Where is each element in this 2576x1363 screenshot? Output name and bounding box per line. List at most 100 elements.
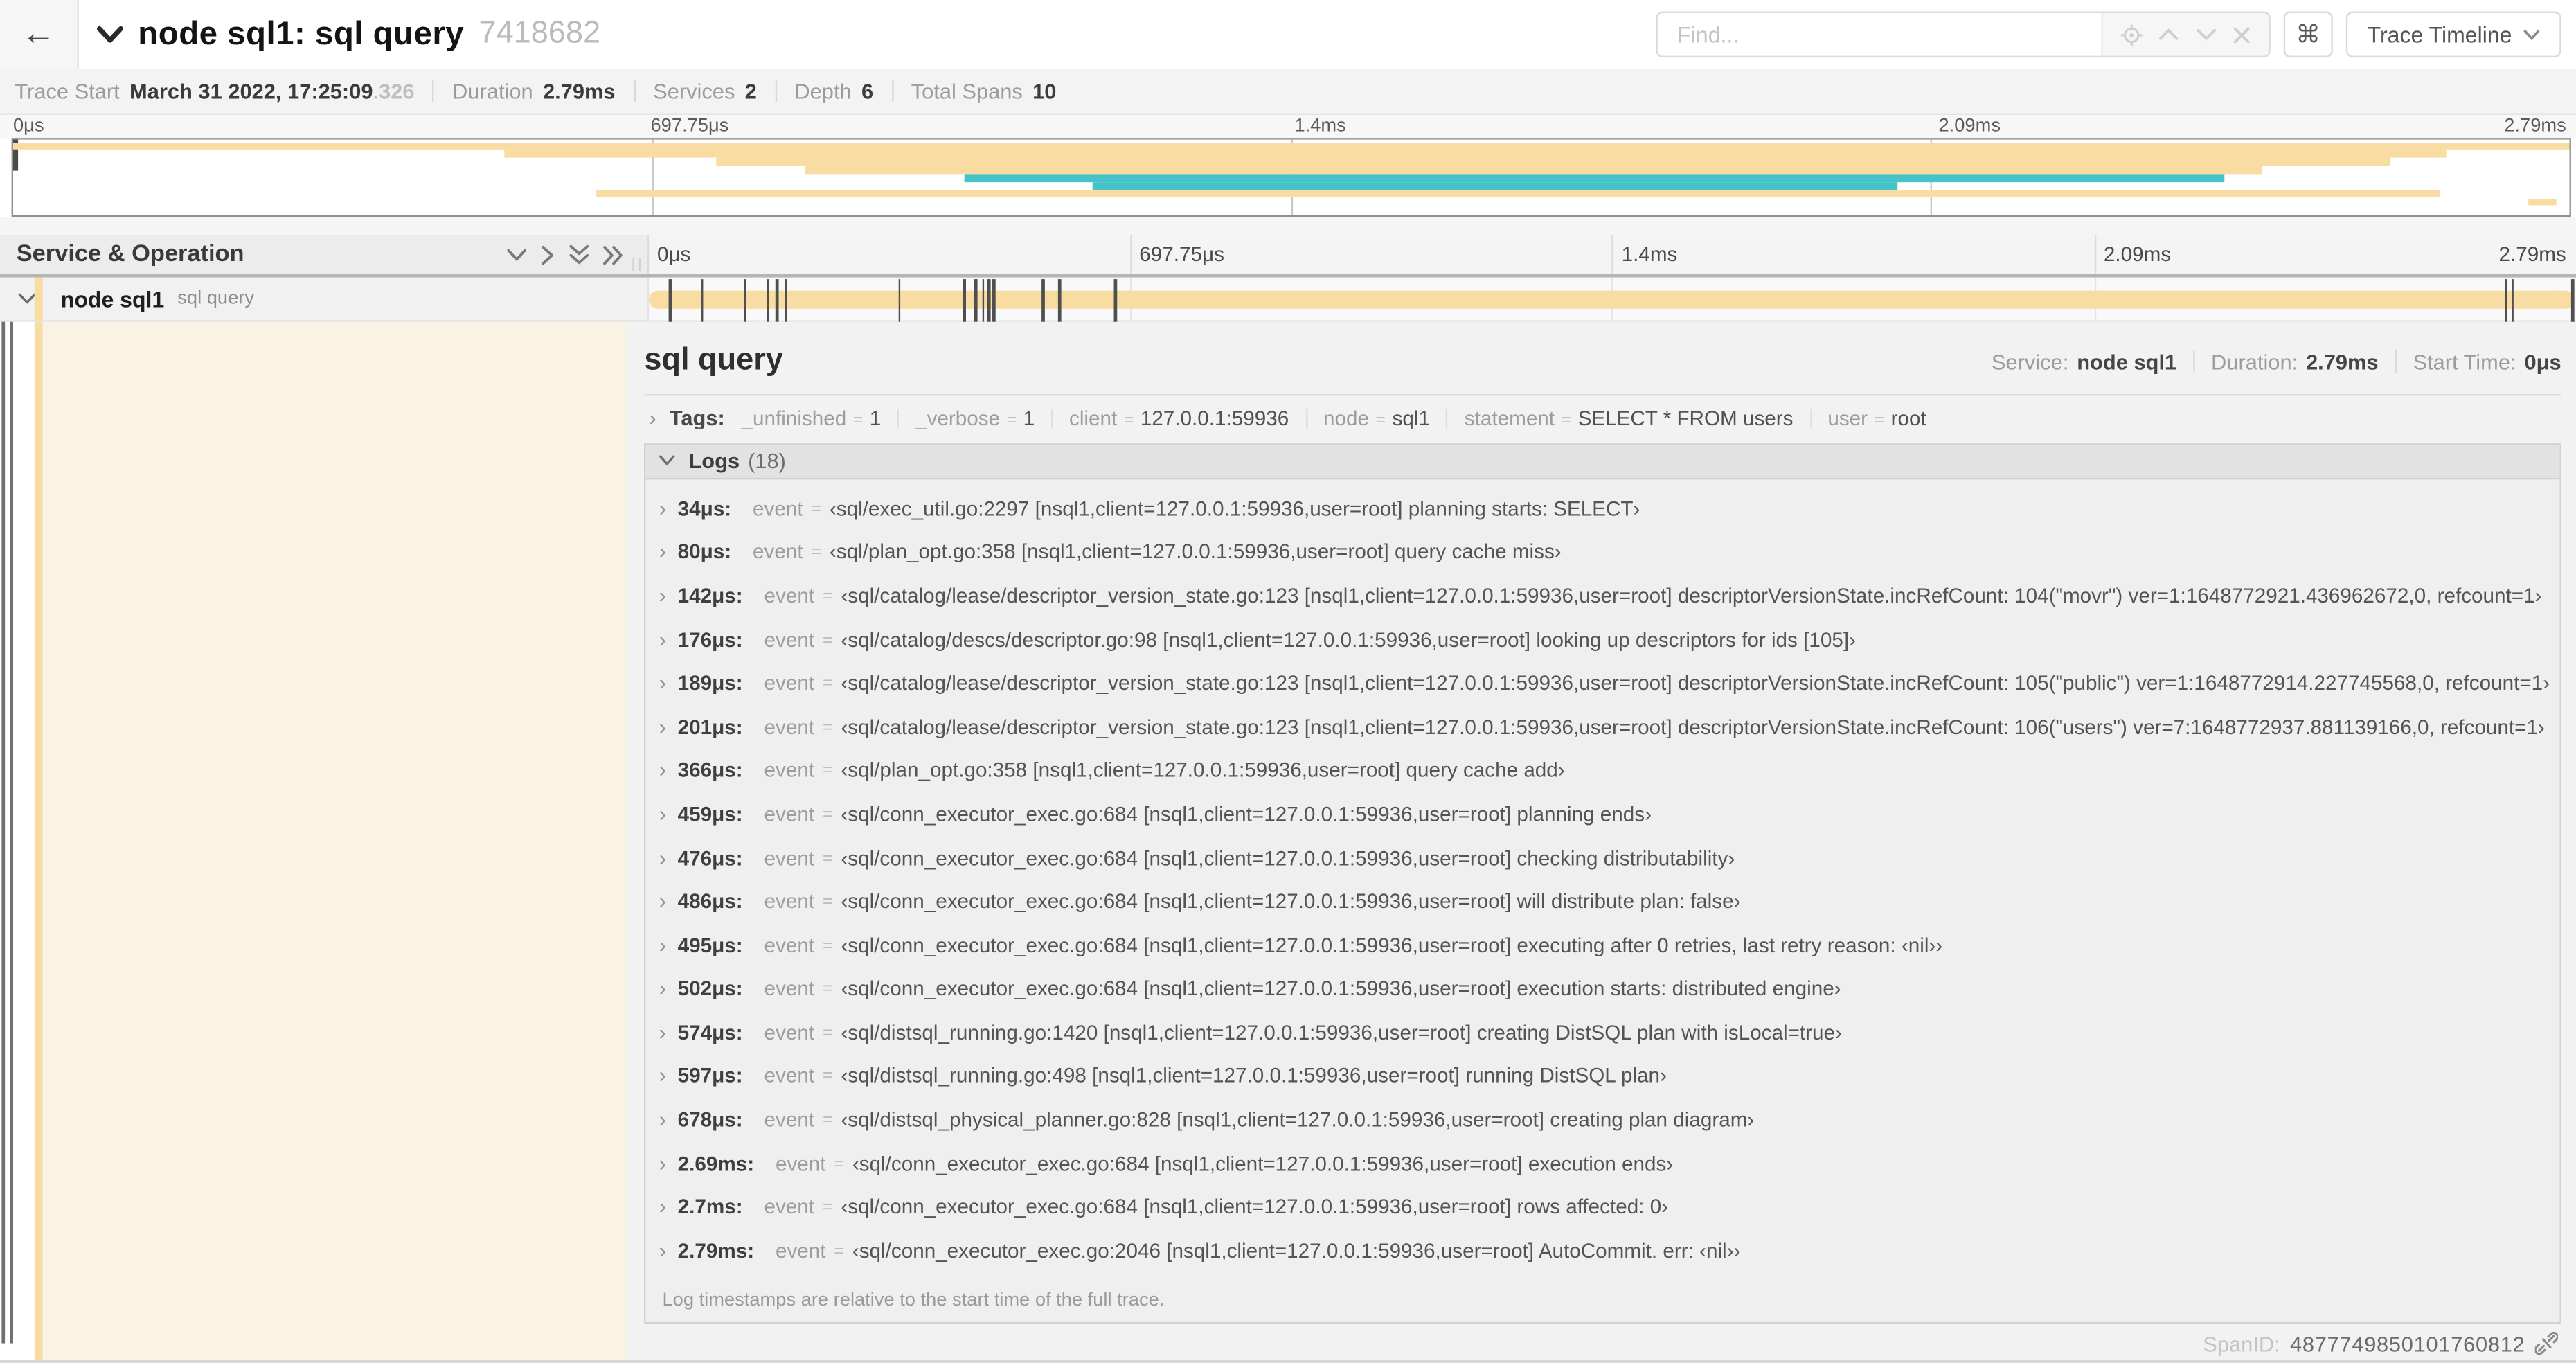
log-entry[interactable]: › 597μs: event = ‹sql/distsql_running.go…	[659, 1065, 2550, 1109]
collapse-one-chevron-down-icon[interactable]	[506, 247, 528, 262]
deep-link-icon[interactable]	[2534, 1332, 2558, 1355]
span-row-timeline-cell[interactable]	[647, 277, 2576, 322]
log-entry[interactable]: › 574μs: event = ‹sql/distsql_running.go…	[659, 1022, 2550, 1065]
log-expander-chevron-icon[interactable]: ›	[659, 1065, 666, 1087]
log-entry[interactable]: › 486μs: event = ‹sql/conn_executor_exec…	[659, 890, 2550, 934]
log-entry[interactable]: › 502μs: event = ‹sql/conn_executor_exec…	[659, 977, 2550, 1021]
tag-equals: =	[1123, 410, 1134, 429]
log-entry[interactable]: › 366μs: event = ‹sql/plan_opt.go:358 [n…	[659, 759, 2550, 803]
log-equals: =	[822, 1197, 833, 1218]
trace-view-selector[interactable]: Trace Timeline	[2345, 11, 2561, 57]
span-detail-panel: sql query Service: node sql1 Duration: 2.7…	[626, 321, 2576, 1363]
log-field-key: event	[764, 1108, 815, 1132]
logs-accordion: Logs (18) › 34μs: event = ‹sql/exec_util…	[644, 443, 2561, 1325]
log-marker-tick	[784, 278, 787, 321]
log-marker-tick	[992, 278, 995, 321]
log-entry[interactable]: › 176μs: event = ‹sql/catalog/descs/desc…	[659, 628, 2550, 672]
span-duration-bar[interactable]	[649, 289, 2575, 309]
log-expander-chevron-icon[interactable]: ›	[659, 890, 666, 911]
minimap-ruler-tick-label: 697.75μs	[650, 116, 729, 136]
find-input[interactable]	[1657, 12, 2102, 56]
log-expander-chevron-icon[interactable]: ›	[659, 585, 666, 606]
meta-item: Service: node sql1	[1992, 349, 2176, 374]
log-expander-chevron-icon[interactable]: ›	[659, 803, 666, 824]
span-row-name-cell[interactable]: node sql1 sql query	[0, 277, 647, 322]
log-entry[interactable]: › 476μs: event = ‹sql/conn_executor_exec…	[659, 846, 2550, 890]
tag-divider	[1446, 409, 1449, 429]
log-entry[interactable]: › 201μs: event = ‹sql/catalog/lease/desc…	[659, 715, 2550, 759]
log-equals: =	[811, 542, 822, 562]
log-field-key: event	[764, 803, 815, 826]
log-equals: =	[822, 1066, 833, 1087]
tag-item[interactable]: _unfinished = 1	[742, 409, 882, 428]
span-id-row: SpanID: 4877749850101760812	[644, 1324, 2561, 1363]
log-entry[interactable]: › 459μs: event = ‹sql/conn_executor_exec…	[659, 803, 2550, 846]
expand-one-chevron-right-icon[interactable]	[541, 244, 555, 265]
log-entry[interactable]: › 678μs: event = ‹sql/distsql_physical_p…	[659, 1109, 2550, 1152]
span-detail-zone: sql query Service: node sql1 Duration: 2.7…	[0, 321, 2576, 1363]
log-entry[interactable]: › 2.7ms: event = ‹sql/conn_executor_exec…	[659, 1196, 2550, 1240]
log-equals: =	[822, 891, 833, 912]
tag-item[interactable]: user = root	[1827, 409, 1926, 428]
tag-value: 127.0.0.1:59936	[1140, 409, 1289, 429]
log-expander-chevron-icon[interactable]: ›	[659, 715, 666, 737]
expand-all-double-chevron-right-icon[interactable]	[603, 244, 625, 265]
log-expander-chevron-icon[interactable]: ›	[659, 628, 666, 650]
log-equals: =	[822, 935, 833, 956]
log-entry[interactable]: › 80μs: event = ‹sql/plan_opt.go:358 [ns…	[659, 541, 2550, 585]
collapse-all-double-chevron-down-icon[interactable]	[569, 244, 590, 265]
tag-divider	[1809, 409, 1812, 429]
log-expander-chevron-icon[interactable]: ›	[659, 1152, 666, 1174]
tag-item[interactable]: statement = SELECT * FROM users	[1465, 409, 1794, 428]
column-resizer-grip[interactable]	[632, 258, 641, 271]
log-entry[interactable]: › 2.69ms: event = ‹sql/conn_executor_exe…	[659, 1152, 2550, 1196]
collapse-trace-chevron-icon[interactable]	[96, 25, 123, 44]
log-expander-chevron-icon[interactable]: ›	[659, 1022, 666, 1043]
log-field-value: ‹sql/exec_util.go:2297 [nsql1,client=127…	[829, 497, 1640, 521]
stat-value: March 31 2022, 17:25:09	[129, 78, 373, 104]
log-expander-chevron-icon[interactable]: ›	[659, 846, 666, 868]
timeline-column-header: Service & Operation 0μs 697.75μs 1.4ms 2.09…	[0, 235, 2576, 278]
find-clear-x-icon[interactable]	[2233, 26, 2251, 44]
log-marker-tick	[669, 278, 672, 321]
tag-item[interactable]: node = sql1	[1323, 409, 1430, 428]
tag-item[interactable]: client = 127.0.0.1:59936	[1069, 409, 1289, 428]
timeline-gridline	[2093, 235, 2096, 274]
logs-header[interactable]: Logs (18)	[645, 445, 2560, 479]
log-entry[interactable]: › 189μs: event = ‹sql/catalog/lease/desc…	[659, 672, 2550, 715]
back-button[interactable]: ←	[0, 0, 79, 69]
log-expander-chevron-icon[interactable]: ›	[659, 977, 666, 999]
tag-item[interactable]: _verbose = 1	[915, 409, 1035, 428]
log-timestamp: 495μs:	[677, 934, 743, 957]
log-expander-chevron-icon[interactable]: ›	[659, 497, 666, 519]
log-timestamp: 366μs:	[677, 759, 743, 783]
span-service-name: node sql1	[60, 286, 165, 312]
find-prev-chevron-up-icon[interactable]	[2159, 28, 2179, 41]
trace-minimap[interactable]	[11, 138, 2571, 217]
trace-stat: Depth 6	[794, 79, 873, 104]
log-equals: =	[822, 586, 833, 606]
locate-icon[interactable]	[2120, 24, 2142, 46]
log-expander-chevron-icon[interactable]: ›	[659, 672, 666, 693]
keyboard-shortcuts-button[interactable]: ⌘	[2283, 11, 2333, 57]
tags-row: › Tags: _unfinished = 1 _verbose = 1 client =…	[644, 409, 2561, 429]
log-expander-chevron-icon[interactable]: ›	[659, 1240, 666, 1261]
logs-list: › 34μs: event = ‹sql/exec_util.go:2297 […	[645, 479, 2560, 1283]
log-field-key: event	[753, 497, 803, 521]
log-entry[interactable]: › 2.79ms: event = ‹sql/conn_executor_exe…	[659, 1240, 2550, 1283]
log-expander-chevron-icon[interactable]: ›	[659, 1109, 666, 1130]
log-entry[interactable]: › 495μs: event = ‹sql/conn_executor_exec…	[659, 934, 2550, 977]
log-expander-chevron-icon[interactable]: ›	[659, 934, 666, 955]
find-next-chevron-down-icon[interactable]	[2196, 28, 2216, 41]
log-field-value: ‹sql/conn_executor_exec.go:684 [nsql1,cl…	[841, 890, 1741, 914]
log-expander-chevron-icon[interactable]: ›	[659, 1196, 666, 1218]
log-expander-chevron-icon[interactable]: ›	[659, 541, 666, 562]
tags-expander-chevron-icon[interactable]: ›	[650, 409, 656, 428]
meta-label: Start Time:	[2413, 348, 2516, 374]
log-entry[interactable]: › 142μs: event = ‹sql/catalog/lease/desc…	[659, 585, 2550, 628]
log-entry[interactable]: › 34μs: event = ‹sql/exec_util.go:2297 […	[659, 497, 2550, 541]
tag-equals: =	[1874, 410, 1885, 429]
top-bar-controls: ⌘ Trace Timeline	[1656, 11, 2576, 57]
log-expander-chevron-icon[interactable]: ›	[659, 759, 666, 781]
span-collapse-chevron-icon[interactable]	[18, 292, 36, 305]
